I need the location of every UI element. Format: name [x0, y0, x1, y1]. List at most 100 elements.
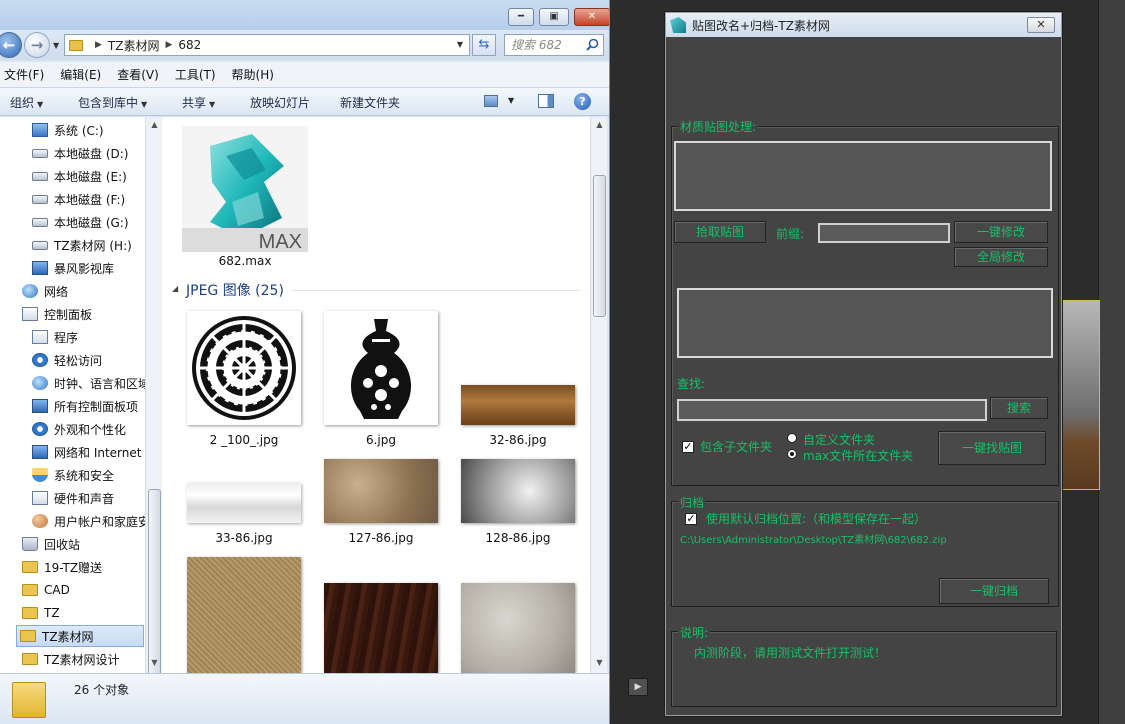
thumb-grunge-brown[interactable] — [324, 459, 438, 523]
scroll-thumb[interactable] — [593, 175, 606, 317]
sidebar-item[interactable]: TZ — [22, 602, 60, 624]
thumb-wood-strip[interactable] — [461, 385, 575, 425]
sidebar-item[interactable]: TZ素材网 — [16, 625, 144, 647]
sidebar-item[interactable]: CAD — [22, 579, 70, 601]
thumb-white-fabric[interactable] — [187, 483, 301, 523]
include-library-button[interactable]: 包含到库中 ▼ — [78, 94, 147, 111]
view-dropdown-icon[interactable]: ▼ — [508, 96, 514, 105]
search-button[interactable]: 搜索 — [990, 397, 1048, 419]
map-list-top[interactable] — [674, 141, 1052, 211]
sidebar-item-label: 程序 — [54, 330, 79, 345]
scroll-up-icon[interactable]: ▲ — [146, 117, 163, 133]
sidebar-item[interactable]: TZ素材网 (H:) — [32, 234, 132, 256]
address-bar[interactable]: ▶ TZ素材网 ▶ 682 ▼ — [64, 34, 470, 56]
dialog-close-button[interactable]: ✕ — [1027, 17, 1055, 33]
refresh-button[interactable]: ⇆ — [472, 34, 496, 56]
global-modify-button[interactable]: 全局修改 — [954, 247, 1048, 267]
sidebar-item[interactable]: 程序 — [32, 326, 78, 348]
file-name[interactable]: 2 _100_.jpg — [187, 433, 301, 447]
file-name[interactable]: 32-86.jpg — [461, 433, 575, 447]
minimize-button[interactable]: ━ — [508, 8, 534, 26]
sidebar-item[interactable]: 轻松访问 — [32, 349, 102, 371]
menu-view[interactable]: 查看(V) — [117, 66, 159, 83]
thumb-concrete[interactable] — [461, 583, 575, 673]
menu-tools[interactable]: 工具(T) — [175, 66, 216, 83]
one-click-modify-button[interactable]: 一键修改 — [954, 221, 1048, 243]
scroll-down-icon[interactable]: ▼ — [591, 655, 608, 671]
sidebar-item[interactable]: 外观和个性化 — [32, 418, 126, 440]
sidebar-item[interactable]: 本地磁盘 (D:) — [32, 142, 128, 164]
scroll-up-icon[interactable]: ▲ — [591, 117, 608, 133]
sidebar-item[interactable]: 本地磁盘 (G:) — [32, 211, 129, 233]
breadcrumb-tz[interactable]: TZ素材网 — [108, 37, 160, 54]
slideshow-button[interactable]: 放映幻灯片 — [250, 94, 310, 111]
content-scrollbar[interactable]: ▲ ▼ — [590, 117, 607, 673]
file-name[interactable]: 128-86.jpg — [461, 531, 575, 545]
max-file-name[interactable]: 682.max — [182, 254, 308, 268]
sidebar-item-label: 19-TZ赠送 — [44, 560, 103, 575]
thumb-grunge-gray[interactable] — [461, 459, 575, 523]
sidebar-item[interactable]: 系统和安全 — [32, 464, 114, 486]
back-button[interactable]: ← — [0, 32, 22, 58]
sidebar-item[interactable]: 暴风影视库 — [32, 257, 114, 279]
recent-pages-chevron-icon[interactable]: ▼ — [53, 41, 59, 50]
sidebar-item[interactable]: 本地磁盘 (E:) — [32, 165, 127, 187]
collapse-group-icon[interactable]: ◢ — [172, 284, 178, 293]
search-box[interactable] — [504, 34, 604, 56]
scroll-down-icon[interactable]: ▼ — [146, 655, 163, 671]
sidebar-item[interactable]: 控制面板 — [22, 303, 92, 325]
menu-edit[interactable]: 编辑(E) — [60, 66, 101, 83]
sidebar-item[interactable]: 本地磁盘 (F:) — [32, 188, 125, 210]
menu-file[interactable]: 文件(F) — [4, 66, 44, 83]
breadcrumb-682[interactable]: 682 — [178, 38, 201, 52]
map-list-bottom[interactable] — [677, 288, 1053, 358]
find-maps-button[interactable]: 一键找贴图 — [938, 431, 1046, 465]
sidebar-item[interactable]: 网络 — [22, 280, 68, 302]
max-folder-radio[interactable] — [787, 449, 797, 459]
sidebar-item[interactable]: 19-TZ赠送 — [22, 556, 102, 578]
sidebar-item[interactable]: 回收站 — [22, 533, 80, 555]
include-subfolders-checkbox[interactable]: ✓ — [682, 441, 694, 453]
find-input[interactable] — [677, 399, 987, 421]
view-options-icon[interactable] — [484, 95, 498, 107]
custom-folder-radio[interactable] — [787, 433, 797, 443]
sidebar-item[interactable]: TZ素材网设计 — [22, 648, 120, 670]
help-icon[interactable]: ? — [574, 93, 591, 110]
share-button[interactable]: 共享 ▼ — [182, 94, 215, 111]
default-archive-checkbox[interactable]: ✓ — [685, 513, 697, 525]
sidebar-item[interactable]: 网络和 Internet — [32, 441, 141, 463]
thumb-vase[interactable] — [324, 311, 438, 425]
play-icon[interactable]: ▶ — [628, 678, 648, 696]
navigation-pane: 系统 (C:) 本地磁盘 (D:) 本地磁盘 (E:) 本地磁盘 (F:) 本地磁盘 (… — [0, 117, 162, 673]
file-name[interactable]: 127-86.jpg — [324, 531, 438, 545]
jpeg-group-header[interactable]: JPEG 图像 (25) — [186, 280, 284, 300]
one-click-archive-button[interactable]: 一键归档 — [939, 578, 1049, 604]
max-file-thumbnail[interactable]: MAX — [182, 126, 308, 253]
breadcrumb-separator-icon[interactable]: ▶ — [165, 40, 172, 50]
thumb-mandala[interactable] — [187, 311, 301, 425]
preview-pane-icon[interactable] — [538, 94, 554, 108]
search-input[interactable] — [505, 35, 579, 55]
address-row: ← → ▼ ▶ TZ素材网 ▶ 682 ▼ ⇆ — [0, 30, 609, 60]
menu-help[interactable]: 帮助(H) — [232, 66, 274, 83]
address-dropdown-icon[interactable]: ▼ — [457, 40, 463, 49]
close-button[interactable]: ✕ — [574, 8, 609, 26]
sidebar-item[interactable]: 用户帐户和家庭安全 — [32, 510, 161, 532]
prefix-input[interactable] — [818, 223, 950, 243]
thumb-burlap[interactable] — [187, 557, 301, 673]
breadcrumb-separator-icon[interactable]: ▶ — [95, 40, 102, 50]
file-name[interactable]: 6.jpg — [324, 433, 438, 447]
organize-button[interactable]: 组织 ▼ — [10, 94, 43, 111]
pick-map-button[interactable]: 拾取贴图 — [674, 221, 766, 243]
thumb-dark-wood[interactable] — [324, 583, 438, 673]
sidebar-item[interactable]: 硬件和声音 — [32, 487, 114, 509]
search-icon[interactable] — [586, 38, 599, 51]
navigation-scrollbar[interactable]: ▲ ▼ — [145, 117, 163, 707]
sidebar-item[interactable]: 时钟、语言和区域 — [32, 372, 150, 394]
sidebar-item[interactable]: 所有控制面板项 — [32, 395, 138, 417]
maximize-button[interactable]: ▣ — [539, 8, 569, 26]
new-folder-button[interactable]: 新建文件夹 — [340, 94, 400, 111]
forward-button[interactable]: → — [24, 32, 50, 58]
sidebar-item[interactable]: 系统 (C:) — [32, 119, 104, 141]
file-name[interactable]: 33-86.jpg — [187, 531, 301, 545]
